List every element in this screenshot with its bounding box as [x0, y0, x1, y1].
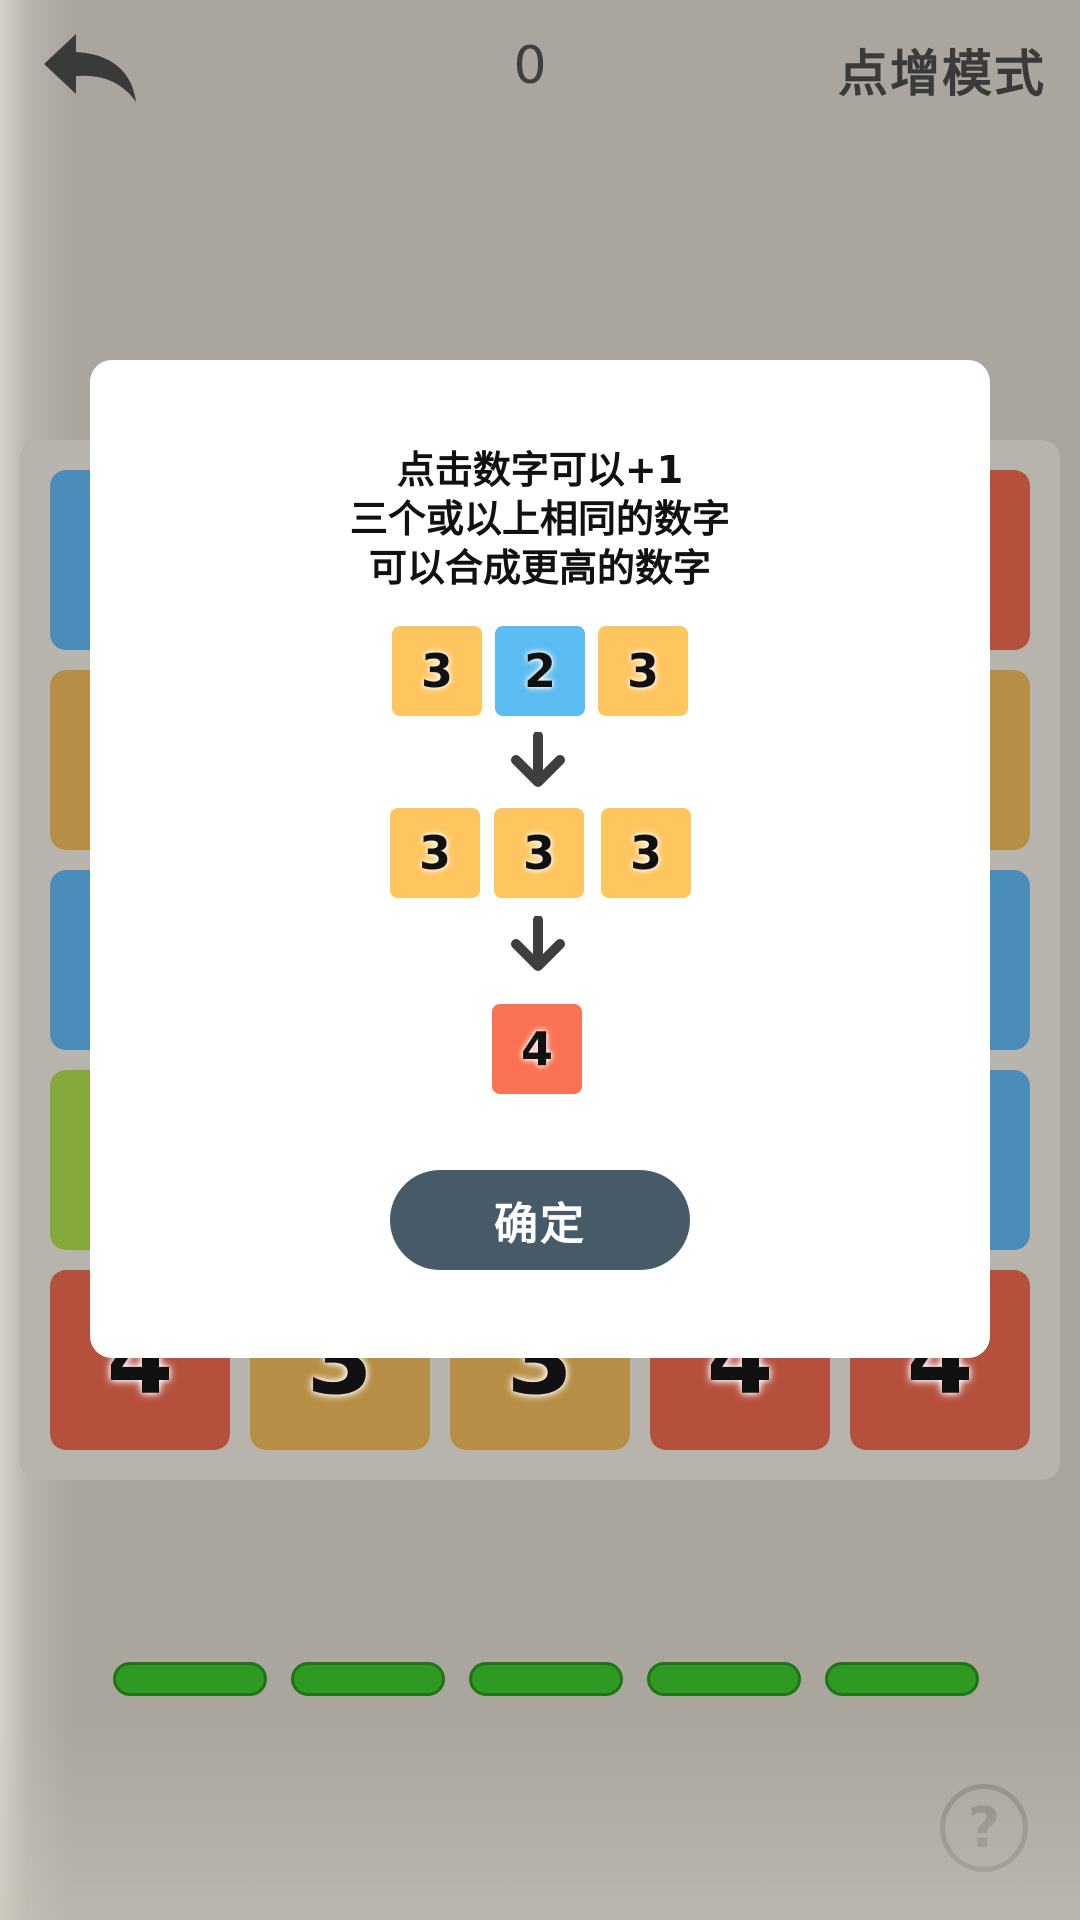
- progress-pill: [291, 1662, 445, 1696]
- mode-title: 点增模式: [838, 45, 1046, 103]
- instructions-dialog: 点击数字可以+1 三个或以上相同的数字 可以合成更高的数字 3 2 3 3 3 …: [90, 360, 990, 1358]
- arrow-down-icon: [511, 916, 565, 971]
- instruction-line: 三个或以上相同的数字: [349, 497, 730, 541]
- arrow-down-icon: [511, 732, 565, 787]
- example-tile: 3: [598, 626, 688, 716]
- example-tile: 3: [494, 808, 584, 898]
- progress-pill: [825, 1662, 979, 1696]
- instruction-line: 点击数字可以+1: [396, 448, 684, 492]
- instruction-line: 可以合成更高的数字: [368, 546, 711, 590]
- back-arrow-icon: [44, 34, 136, 102]
- confirm-button[interactable]: 确定: [390, 1170, 690, 1270]
- score-display: 0: [513, 36, 547, 96]
- example-result-tile: 4: [492, 1004, 582, 1094]
- progress-pill: [469, 1662, 623, 1696]
- instructions-text: 点击数字可以+1 三个或以上相同的数字 可以合成更高的数字: [90, 446, 990, 593]
- example-tile: 3: [390, 808, 480, 898]
- bottom-shade: [0, 1720, 1080, 1920]
- example-tile: 3: [601, 808, 691, 898]
- example-tile: 2: [495, 626, 585, 716]
- progress-pill: [113, 1662, 267, 1696]
- example-tile: 3: [392, 626, 482, 716]
- progress-pill: [647, 1662, 801, 1696]
- back-button[interactable]: [40, 28, 140, 108]
